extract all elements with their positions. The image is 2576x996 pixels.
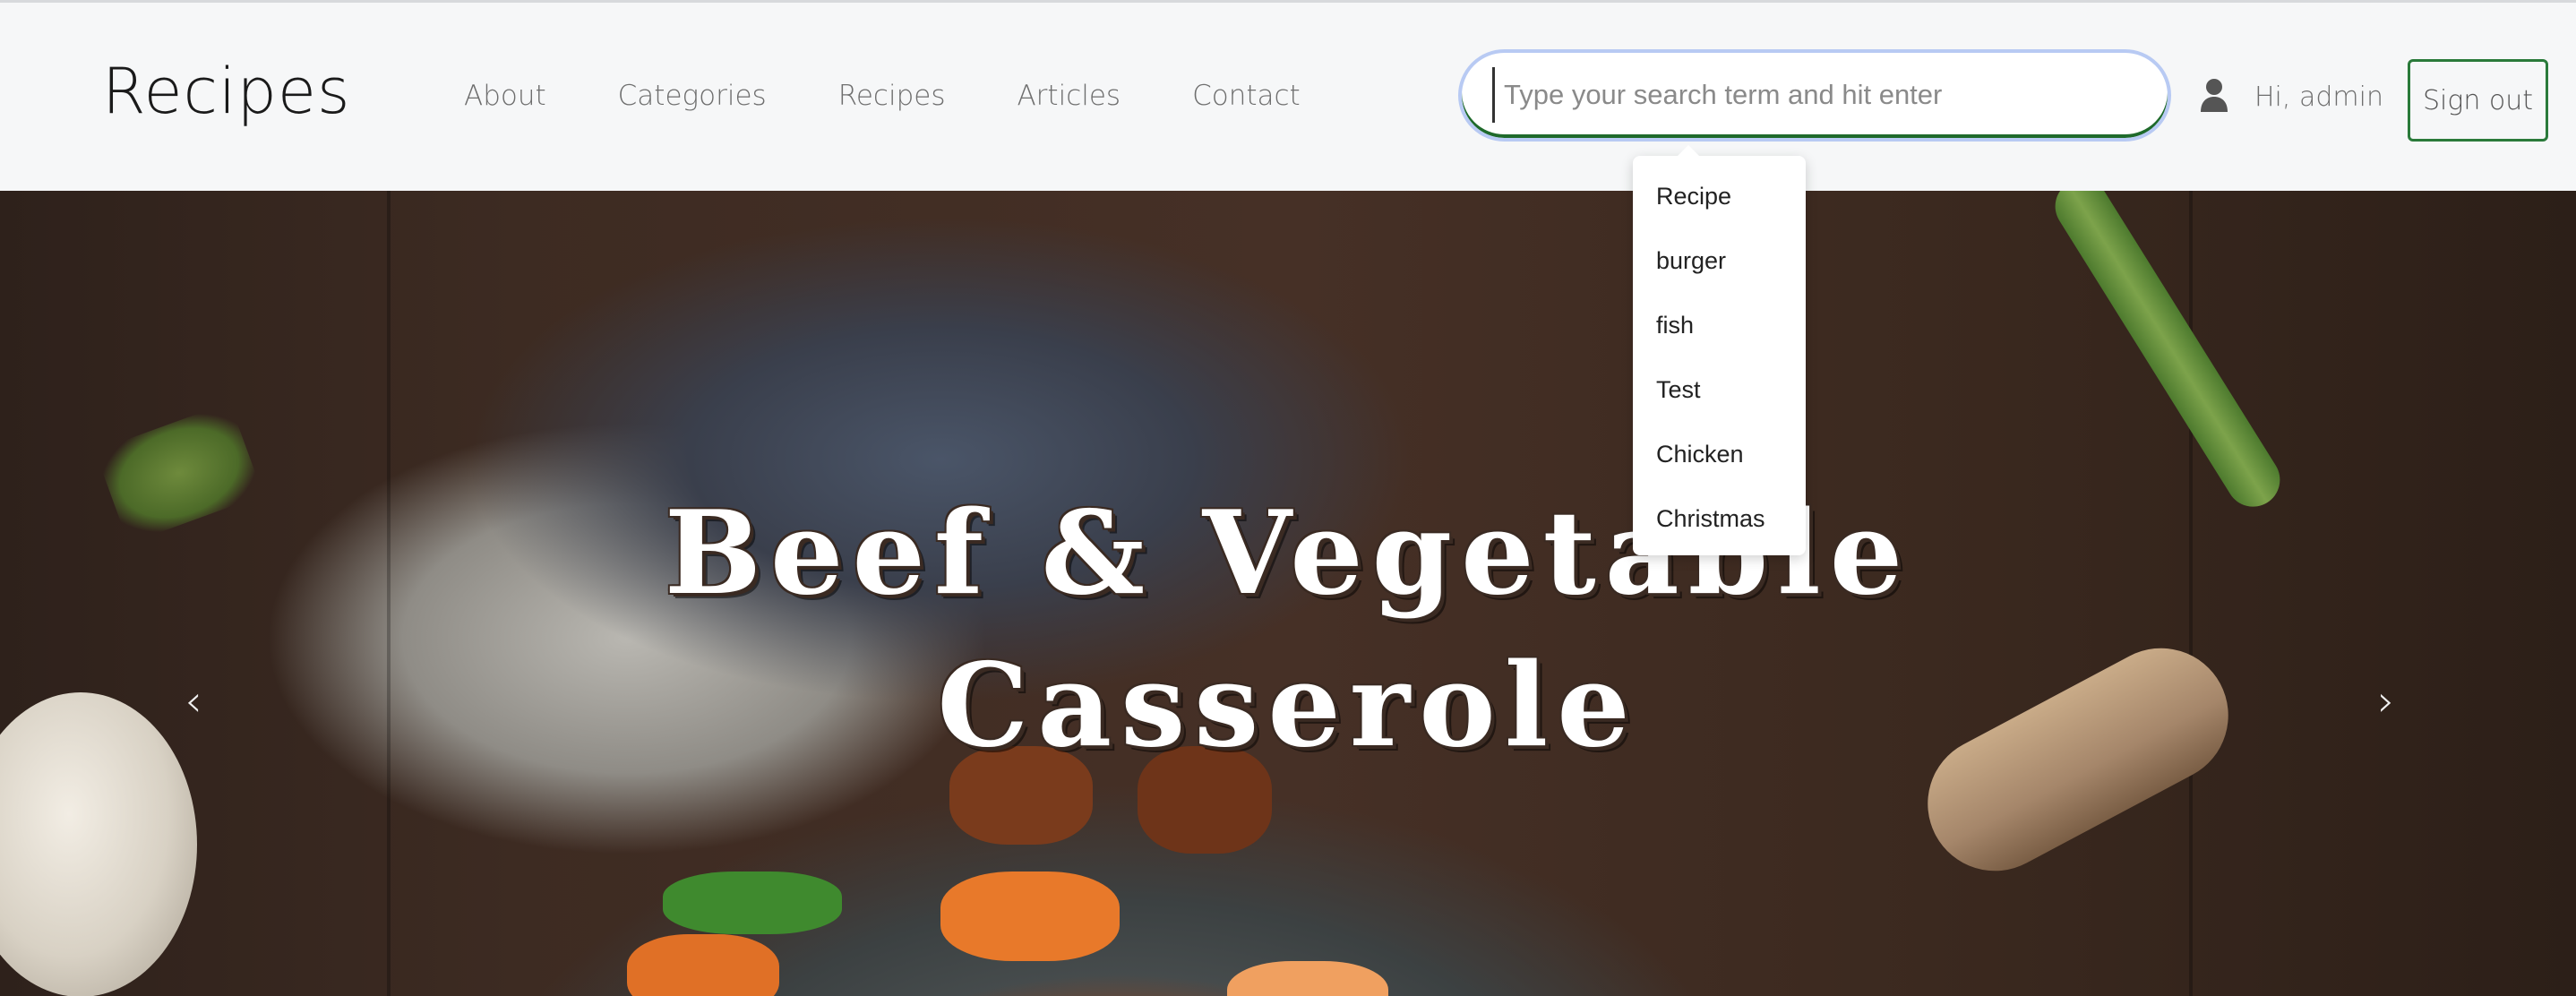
stew-image <box>663 872 842 934</box>
nav-link-about[interactable]: About <box>464 80 546 112</box>
suggestion-item[interactable]: Test <box>1656 376 1701 404</box>
suggestion-item[interactable]: Christmas <box>1656 505 1765 533</box>
hero-carousel: Beef & Vegetable Casserole ‹ › <box>0 191 2576 996</box>
suggestion-item[interactable]: Chicken <box>1656 441 1744 468</box>
nav-link-contact[interactable]: Contact <box>1192 80 1301 112</box>
chevron-right-icon[interactable]: › <box>2368 674 2404 728</box>
wood-plank-line <box>2189 191 2193 996</box>
suggestion-item[interactable]: Recipe <box>1656 183 1731 210</box>
chevron-left-icon[interactable]: ‹ <box>176 674 211 728</box>
stew-image <box>627 934 779 996</box>
brand-logo[interactable]: Recipes <box>102 55 350 128</box>
search-suggestions-dropdown: Recipe burger fish Test Chicken Christma… <box>1633 145 1806 555</box>
hero-title: Beef & Vegetable Casserole <box>392 477 2184 782</box>
stew-image <box>940 872 1120 961</box>
sign-out-button[interactable]: Sign out <box>2408 59 2548 142</box>
search-box <box>1458 49 2171 142</box>
celery-image <box>2045 191 2290 517</box>
main-nav: About Categories Recipes Articles Contac… <box>464 80 1372 112</box>
hero-title-line2: Casserole <box>937 639 1639 773</box>
navbar: Recipes About Categories Recipes Article… <box>0 3 2576 191</box>
stew-image <box>1227 961 1388 996</box>
suggestion-item[interactable]: fish <box>1656 312 1694 339</box>
user-icon <box>2201 79 2228 112</box>
nav-link-articles[interactable]: Articles <box>1017 80 1121 112</box>
garlic-image <box>0 692 197 996</box>
wood-plank-line <box>387 191 391 996</box>
herb-leaf-image <box>95 401 263 545</box>
suggestion-item[interactable]: burger <box>1656 247 1726 275</box>
user-greeting: Hi, admin <box>2254 82 2383 113</box>
nav-link-recipes[interactable]: Recipes <box>838 80 946 112</box>
nav-link-categories[interactable]: Categories <box>618 80 767 112</box>
search-input[interactable] <box>1492 67 2151 123</box>
